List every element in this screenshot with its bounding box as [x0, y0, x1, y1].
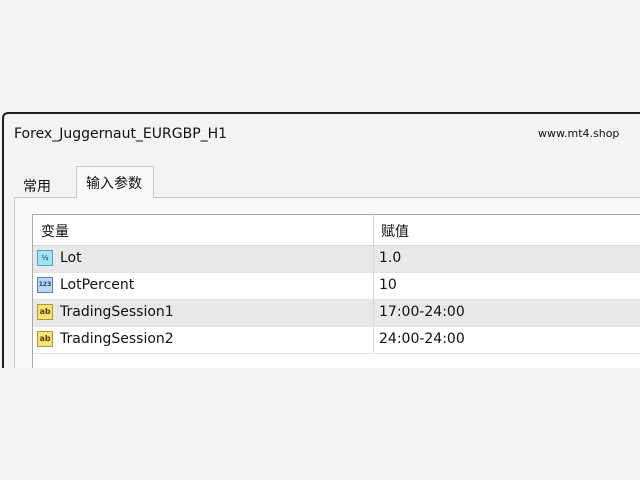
- parameter-name: LotPercent: [60, 277, 135, 293]
- column-header-value[interactable]: 赋值: [381, 221, 409, 241]
- parameter-name: TradingSession1: [60, 304, 174, 320]
- parameter-name: Lot: [60, 250, 82, 266]
- window-title: Forex_Juggernaut_EURGBP_H1: [14, 126, 228, 142]
- string-type-icon: ab: [37, 331, 53, 347]
- parameter-value[interactable]: 24:00-24:00: [379, 331, 465, 347]
- ea-properties-dialog: Forex_Juggernaut_EURGBP_H1 www.mt4.shop …: [2, 112, 640, 368]
- tab-common[interactable]: 常用: [14, 172, 72, 198]
- tab-inputs[interactable]: 输入参数: [76, 166, 154, 198]
- table-row[interactable]: 123 LotPercent 10: [33, 273, 640, 300]
- screenshot-stage: Forex_Juggernaut_EURGBP_H1 www.mt4.shop …: [0, 0, 640, 480]
- fraction-type-icon: ½: [37, 250, 53, 266]
- table-row[interactable]: ab TradingSession2 24:00-24:00: [33, 327, 640, 354]
- parameters-table: 变量 赋值 ½ Lot 1.0 123 LotPercent 10 ab Tra…: [32, 214, 640, 368]
- parameter-value[interactable]: 17:00-24:00: [379, 304, 465, 320]
- integer-type-icon: 123: [37, 277, 53, 293]
- string-type-icon: ab: [37, 304, 53, 320]
- parameter-name: TradingSession2: [60, 331, 174, 347]
- tab-inputs-label: 输入参数: [86, 176, 142, 192]
- parameter-value[interactable]: 10: [379, 277, 397, 293]
- table-row[interactable]: ab TradingSession1 17:00-24:00: [33, 300, 640, 327]
- cell-divider: [373, 273, 374, 299]
- parameter-value[interactable]: 1.0: [379, 250, 401, 266]
- inputs-panel: 变量 赋值 ½ Lot 1.0 123 LotPercent 10 ab Tra…: [14, 197, 640, 368]
- table-header: 变量 赋值: [33, 215, 640, 246]
- column-divider[interactable]: [373, 215, 374, 245]
- table-row[interactable]: ½ Lot 1.0: [33, 246, 640, 273]
- cell-divider: [373, 327, 374, 353]
- cell-divider: [373, 300, 374, 326]
- column-header-variable[interactable]: 变量: [41, 221, 69, 241]
- site-label: www.mt4.shop: [538, 127, 620, 140]
- cell-divider: [373, 246, 374, 272]
- tab-common-label: 常用: [23, 179, 51, 195]
